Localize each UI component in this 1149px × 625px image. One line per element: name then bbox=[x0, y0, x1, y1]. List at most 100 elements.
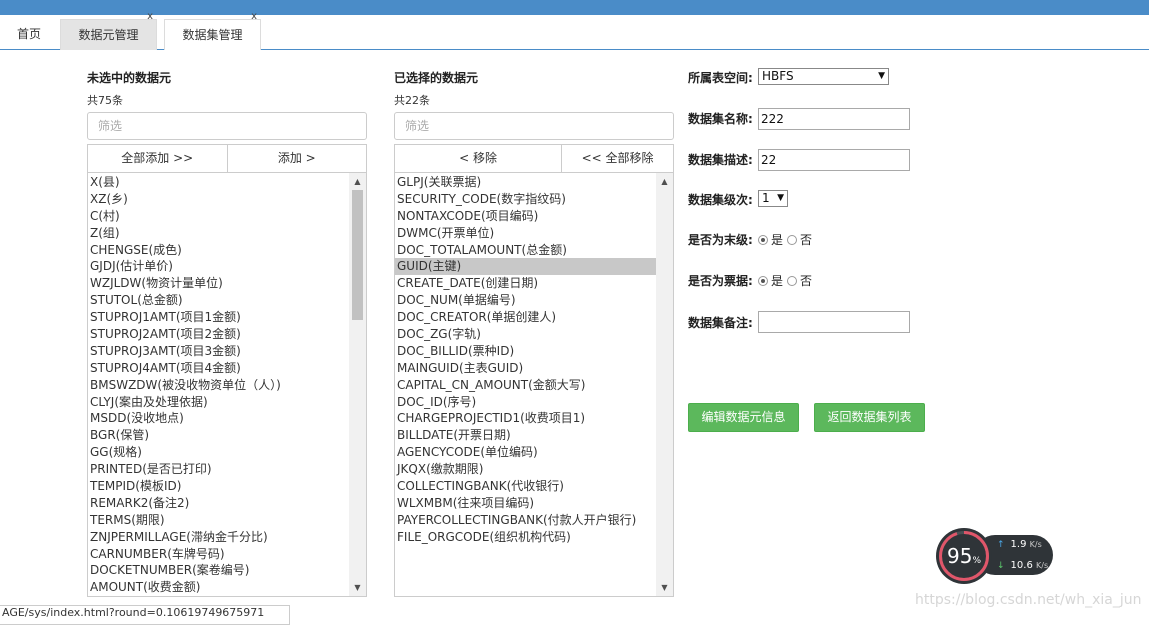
list-item[interactable]: STUPROJ1AMT(项目1金额) bbox=[88, 309, 349, 326]
list-item[interactable]: AGENCYCODE(单位编码) bbox=[395, 444, 656, 461]
upload-value: 1.9 bbox=[1010, 539, 1027, 550]
list-item[interactable]: GG(规格) bbox=[88, 444, 349, 461]
back-to-dataset-list-button[interactable]: 返回数据集列表 bbox=[814, 403, 925, 432]
close-icon[interactable]: x bbox=[147, 11, 153, 23]
list-item[interactable]: BGR(保管) bbox=[88, 427, 349, 444]
scroll-down-icon[interactable]: ▼ bbox=[656, 579, 673, 596]
list-item[interactable]: ZNJPERMILLAGE(滞纳金千分比) bbox=[88, 529, 349, 546]
list-item[interactable]: REMARK2(备注2) bbox=[88, 495, 349, 512]
list-item[interactable]: DOC_ZG(字轨) bbox=[395, 326, 656, 343]
list-item[interactable]: SECURITY_CODE(数字指纹码) bbox=[395, 191, 656, 208]
close-icon[interactable]: x bbox=[251, 11, 257, 23]
download-value: 10.6 bbox=[1010, 560, 1033, 571]
list-item[interactable]: TERMS(期限) bbox=[88, 512, 349, 529]
upload-arrow-icon: ↑ bbox=[997, 540, 1005, 550]
usage-percent-value: 95 bbox=[946, 544, 973, 568]
scrollbar-thumb[interactable] bbox=[352, 190, 363, 320]
radio-yes-label: 是 bbox=[771, 274, 784, 288]
list-item[interactable]: DOC_BILLID(票种ID) bbox=[395, 343, 656, 360]
list-item[interactable]: COLLECTINGBANK(代收银行) bbox=[395, 478, 656, 495]
list-item[interactable]: TEMPID(模板ID) bbox=[88, 478, 349, 495]
selected-count: 共22条 bbox=[394, 94, 430, 107]
list-item[interactable]: DOC_CREATOR(单据创建人) bbox=[395, 309, 656, 326]
list-item[interactable]: WZJLDW(物资计量单位) bbox=[88, 275, 349, 292]
radio-yes-label: 是 bbox=[771, 233, 784, 247]
list-item[interactable]: PRINTED(是否已打印) bbox=[88, 461, 349, 478]
radio-no-label: 否 bbox=[800, 233, 813, 247]
dataset-level-label: 数据集级次: bbox=[688, 193, 753, 207]
list-item[interactable]: STUPROJ2AMT(项目2金额) bbox=[88, 326, 349, 343]
scroll-up-icon[interactable]: ▲ bbox=[349, 173, 366, 190]
scrollbar[interactable]: ▲ ▼ bbox=[349, 173, 366, 596]
tab-data-element-management[interactable]: 数据元管理 x bbox=[60, 11, 157, 50]
dataset-name-input[interactable] bbox=[758, 108, 910, 130]
add-button[interactable]: 添加 > bbox=[226, 145, 367, 172]
list-item[interactable]: GLPJ(关联票据) bbox=[395, 174, 656, 191]
list-item[interactable]: BILLDATE(开票日期) bbox=[395, 427, 656, 444]
dataset-remark-input[interactable] bbox=[758, 311, 910, 333]
unselected-listbox[interactable]: X(县) XZ(乡) C(村) Z(组) CHENGSE(成色) GJDJ(估计单价) WZ… bbox=[87, 172, 367, 597]
list-item[interactable]: X(县) bbox=[88, 174, 349, 191]
list-item[interactable]: CAPITAL_CN_AMOUNT(金额大写) bbox=[395, 377, 656, 394]
dataset-remark-label: 数据集备注: bbox=[688, 316, 753, 330]
list-item[interactable]: DOC_TOTALAMOUNT(总金额) bbox=[395, 242, 656, 259]
selected-filter-input[interactable] bbox=[394, 112, 674, 140]
add-all-button[interactable]: 全部添加 >> bbox=[88, 145, 227, 172]
edit-data-elements-button[interactable]: 编辑数据元信息 bbox=[688, 403, 799, 432]
tab-dataset-management[interactable]: 数据集管理 x bbox=[164, 11, 261, 50]
download-speed: ↓ 10.6 K/s bbox=[997, 560, 1048, 571]
selected-listbox[interactable]: GLPJ(关联票据) SECURITY_CODE(数字指纹码) NONTAXCODE… bbox=[394, 172, 674, 597]
remove-button[interactable]: < 移除 bbox=[395, 145, 561, 172]
list-item[interactable]: PAYERCOLLECTINGBANK(付款人开户银行) bbox=[395, 512, 656, 529]
list-item[interactable]: STUPROJ3AMT(项目3金额) bbox=[88, 343, 349, 360]
tab-home-label: 首页 bbox=[16, 27, 41, 41]
scroll-up-icon[interactable]: ▲ bbox=[656, 173, 673, 190]
remove-all-button[interactable]: << 全部移除 bbox=[561, 145, 673, 172]
list-item[interactable]: BMSWZDW(被没收物资单位（人）) bbox=[88, 377, 349, 394]
list-item[interactable]: DOC_NUM(单据编号) bbox=[395, 292, 656, 309]
list-item[interactable]: C(村) bbox=[88, 208, 349, 225]
tablespace-select[interactable]: HBFS ▼ bbox=[758, 68, 889, 85]
radio-no[interactable] bbox=[787, 275, 798, 286]
upload-unit: K/s bbox=[1029, 540, 1042, 549]
radio-yes[interactable] bbox=[758, 275, 768, 286]
dataset-level-select[interactable]: 1 ▼ bbox=[758, 190, 788, 207]
list-item[interactable]: AMOUNT(收费金额) bbox=[88, 579, 349, 596]
status-bar-url: AGE/sys/index.html?round=0.1061974967597… bbox=[0, 605, 290, 625]
list-item[interactable]: FILE_ORGCODE(组织机构代码) bbox=[395, 529, 656, 546]
list-item[interactable]: CHENGSE(成色) bbox=[88, 242, 349, 259]
list-item[interactable]: GUID(主键) bbox=[395, 258, 656, 276]
list-item[interactable]: Z(组) bbox=[88, 225, 349, 242]
list-item[interactable]: NONTAXCODE(项目编码) bbox=[395, 208, 656, 225]
tab-label: 数据元管理 bbox=[78, 28, 139, 42]
scrollbar[interactable]: ▲ ▼ bbox=[656, 173, 673, 596]
list-item[interactable]: MAINGUID(主表GUID) bbox=[395, 360, 656, 377]
unselected-filter-input[interactable] bbox=[87, 112, 367, 140]
is-bill-label: 是否为票据: bbox=[688, 274, 753, 288]
dataset-desc-input[interactable] bbox=[758, 149, 910, 171]
list-item[interactable]: CHARGEPROJECTID1(收费项目1) bbox=[395, 410, 656, 427]
list-item[interactable]: MSDD(没收地点) bbox=[88, 410, 349, 427]
list-item[interactable]: CLYJ(案由及处理依据) bbox=[88, 394, 349, 411]
list-item[interactable]: DOC_ID(序号) bbox=[395, 394, 656, 411]
tab-home[interactable]: 首页 bbox=[0, 19, 58, 50]
list-item[interactable]: CREATE_DATE(创建日期) bbox=[395, 275, 656, 292]
tablespace-label: 所属表空间: bbox=[688, 71, 753, 85]
list-item[interactable]: DOCKETNUMBER(案卷编号) bbox=[88, 562, 349, 579]
scroll-down-icon[interactable]: ▼ bbox=[349, 579, 366, 596]
unselected-count: 共75条 bbox=[87, 94, 123, 107]
list-item[interactable]: WLXMBM(往来项目编码) bbox=[395, 495, 656, 512]
radio-no[interactable] bbox=[787, 234, 798, 245]
network-monitor-widget[interactable]: ↑ 1.9 K/s ↓ 10.6 K/s 95% bbox=[935, 527, 1055, 585]
is-leaf-label: 是否为末级: bbox=[688, 233, 753, 247]
list-item[interactable]: STUPROJ4AMT(项目4金额) bbox=[88, 360, 349, 377]
list-item[interactable]: JKQX(缴款期限) bbox=[395, 461, 656, 478]
list-item[interactable]: STUTOL(总金额) bbox=[88, 292, 349, 309]
list-item[interactable]: DWMC(开票单位) bbox=[395, 225, 656, 242]
list-item[interactable]: GJDJ(估计单价) bbox=[88, 258, 349, 275]
list-item[interactable]: CARNUMBER(车牌号码) bbox=[88, 546, 349, 563]
radio-yes[interactable] bbox=[758, 234, 768, 245]
list-item[interactable]: XZ(乡) bbox=[88, 191, 349, 208]
chevron-down-icon: ▼ bbox=[878, 71, 885, 81]
chevron-down-icon: ▼ bbox=[777, 193, 784, 203]
